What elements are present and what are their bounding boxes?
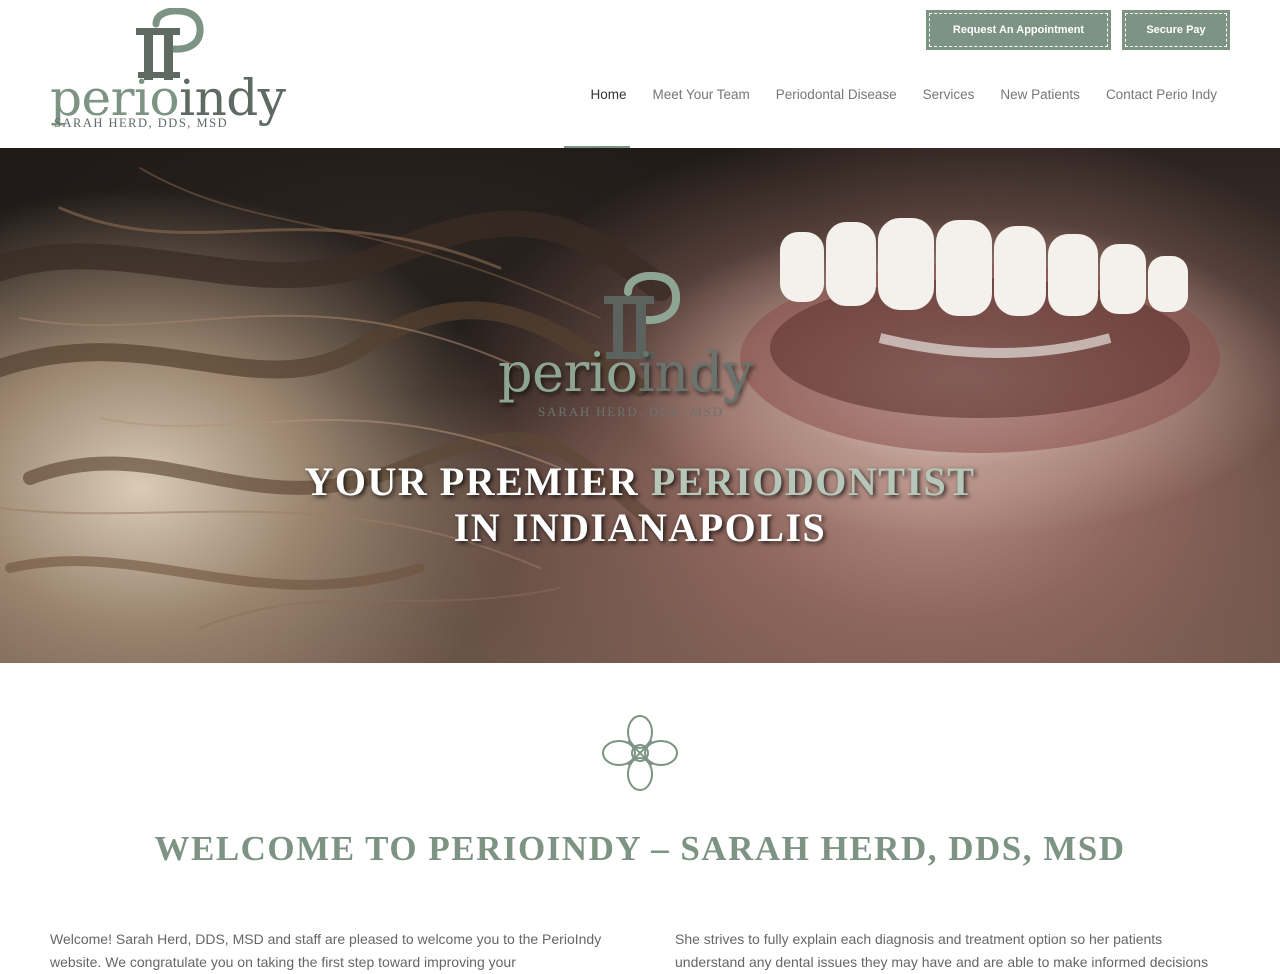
nav-item-contact-perio-indy[interactable]: Contact Perio Indy <box>1093 84 1230 106</box>
request-appointment-button[interactable]: Request An Appointment <box>926 10 1111 50</box>
nav-item-home[interactable]: Home <box>577 84 639 106</box>
secure-pay-button[interactable]: Secure Pay <box>1122 10 1230 50</box>
logo-subtitle: SARAH HERD, DDS, MSD <box>54 116 229 130</box>
teeth-graphic <box>780 218 1188 358</box>
welcome-title: WELCOME TO PERIOINDY – SARAH HERD, DDS, … <box>154 829 1126 869</box>
main-navigation: Home Meet Your Team Periodontal Disease … <box>577 84 1230 106</box>
hero-logo: perioindy SARAH HERD, DDS, MSD <box>498 272 782 424</box>
site-logo[interactable]: perioindy SARAH HERD, DDS, MSD <box>50 8 286 132</box>
nav-item-services[interactable]: Services <box>910 84 988 106</box>
nav-item-periodontal-disease[interactable]: Periodontal Disease <box>763 84 910 106</box>
hero-logo-subtitle: SARAH HERD, DDS, MSD <box>538 404 724 419</box>
celtic-knot-icon <box>602 715 678 791</box>
hero-logo-wordmark: perioindy <box>498 341 753 404</box>
welcome-text-right: She strives to fully explain each diagno… <box>675 931 1209 970</box>
hero-banner: perioindy SARAH HERD, DDS, MSD YOUR PREM… <box>0 148 1280 663</box>
welcome-text-left: Welcome! Sarah Herd, DDS, MSD and staff … <box>50 931 602 970</box>
nav-item-new-patients[interactable]: New Patients <box>987 84 1093 106</box>
site-header: perioindy SARAH HERD, DDS, MSD Request A… <box>0 0 1280 148</box>
nav-item-meet-your-team[interactable]: Meet Your Team <box>639 84 762 106</box>
hero-headline: YOUR PREMIER PERIODONTIST IN INDIANAPOLI… <box>304 458 976 550</box>
